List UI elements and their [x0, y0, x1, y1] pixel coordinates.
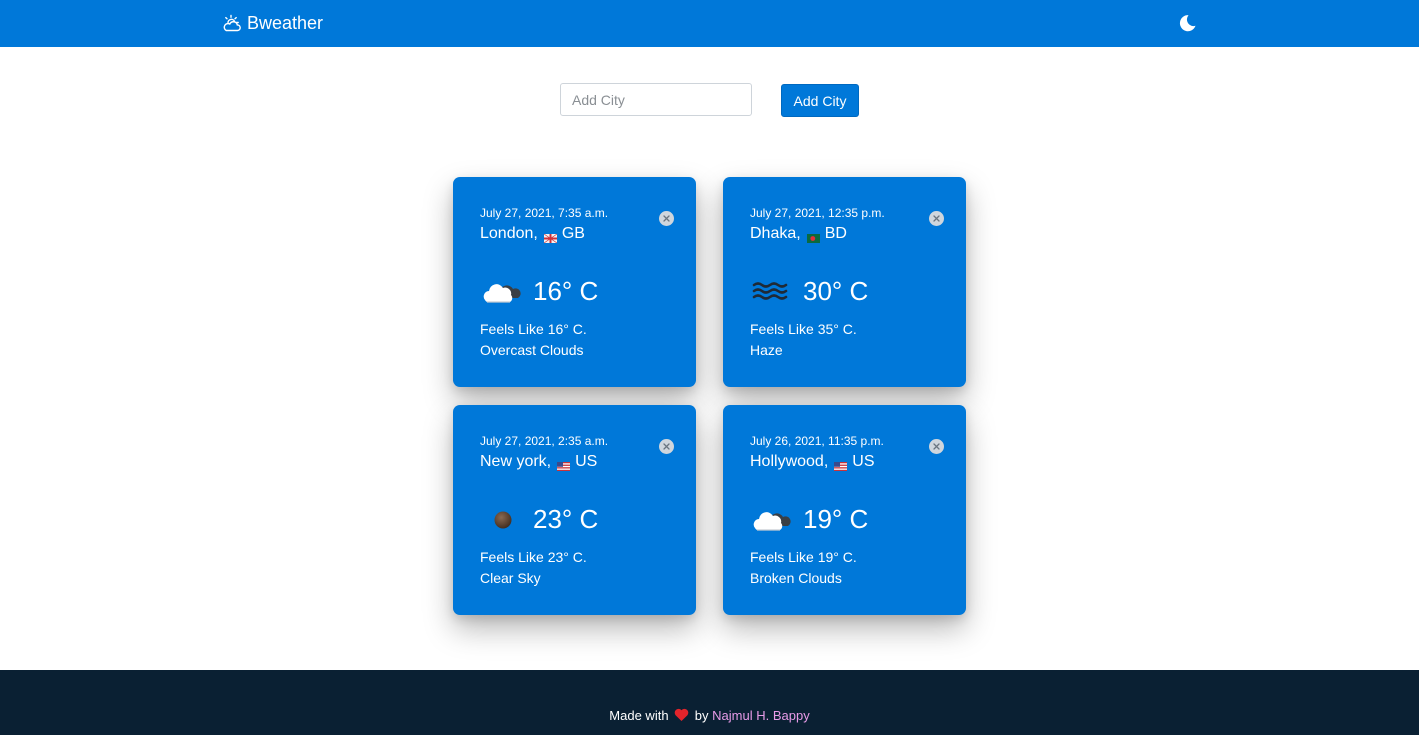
footer-made-with: Made with	[609, 708, 669, 723]
close-icon	[663, 443, 670, 450]
remove-card-button[interactable]	[659, 439, 674, 454]
card-feels-like: Feels Like 19° C.	[750, 549, 857, 565]
card-date: July 27, 2021, 2:35 a.m.	[480, 434, 609, 448]
city-input[interactable]	[560, 83, 752, 116]
card-temperature: 16° C	[533, 276, 599, 306]
weather-card-dhaka: July 27, 2021, 12:35 p.m. Dhaka, BD 30° …	[723, 177, 966, 387]
weather-card-london: July 27, 2021, 7:35 a.m. London, GB 16° …	[453, 177, 696, 387]
footer-by: by	[694, 708, 709, 723]
card-location: New york, US	[480, 453, 597, 471]
haze-icon	[750, 275, 794, 307]
card-city-name: Hollywood,	[750, 453, 829, 470]
card-feels-like: Feels Like 23° C.	[480, 549, 587, 565]
remove-card-button[interactable]	[929, 439, 944, 454]
card-city-name: Dhaka,	[750, 225, 801, 242]
brand-name: Bweather	[247, 13, 324, 33]
author-link[interactable]: Najmul H. Bappy	[712, 708, 810, 723]
card-date: July 26, 2021, 11:35 p.m.	[750, 434, 884, 448]
card-feels-like: Feels Like 16° C.	[480, 321, 587, 337]
card-location: Dhaka, BD	[750, 225, 847, 243]
broken-clouds-icon	[750, 503, 794, 535]
card-city-name: New york,	[480, 453, 552, 470]
flag-gb-icon	[543, 230, 558, 243]
clear-sky-night-icon	[480, 503, 524, 535]
card-city-name: London,	[480, 225, 538, 242]
flag-bd-icon	[806, 230, 820, 243]
card-temperature: 19° C	[803, 504, 869, 534]
card-feels-like: Feels Like 35° C.	[750, 321, 857, 337]
card-location: London, GB	[480, 225, 585, 243]
card-temperature: 30° C	[803, 276, 869, 306]
brand-link[interactable]: Bweather	[222, 11, 323, 35]
navbar: Bweather	[0, 0, 1419, 47]
remove-card-button[interactable]	[659, 211, 674, 226]
card-date: July 27, 2021, 7:35 a.m.	[480, 206, 609, 220]
close-icon	[933, 215, 940, 222]
remove-card-button[interactable]	[929, 211, 944, 226]
flag-us-icon	[557, 458, 571, 471]
close-icon	[663, 215, 670, 222]
close-icon	[933, 443, 940, 450]
card-country: GB	[561, 225, 585, 242]
card-temperature: 23° C	[533, 504, 599, 534]
card-description: Overcast Clouds	[480, 342, 584, 358]
card-country: US	[852, 453, 875, 470]
card-description: Haze	[750, 342, 783, 358]
card-description: Broken Clouds	[750, 570, 842, 586]
flag-us-icon	[834, 458, 848, 471]
card-country: US	[575, 453, 598, 470]
footer-credit: Made with by Najmul H. Bappy	[0, 708, 1419, 726]
cloud-sun-icon	[222, 13, 243, 34]
card-location: Hollywood, US	[750, 453, 875, 471]
card-date: July 27, 2021, 12:35 p.m.	[750, 206, 885, 220]
moon-icon[interactable]	[1175, 11, 1199, 35]
card-description: Clear Sky	[480, 570, 541, 586]
add-city-button[interactable]: Add City	[781, 84, 859, 117]
footer: Made with by Najmul H. Bappy	[0, 670, 1419, 735]
card-country: BD	[824, 225, 847, 242]
heart-icon	[674, 708, 689, 726]
overcast-clouds-icon	[480, 275, 524, 307]
weather-card-hollywood: July 26, 2021, 11:35 p.m. Hollywood, US …	[723, 405, 966, 615]
weather-card-new-york: July 27, 2021, 2:35 a.m. New york, US 23…	[453, 405, 696, 615]
